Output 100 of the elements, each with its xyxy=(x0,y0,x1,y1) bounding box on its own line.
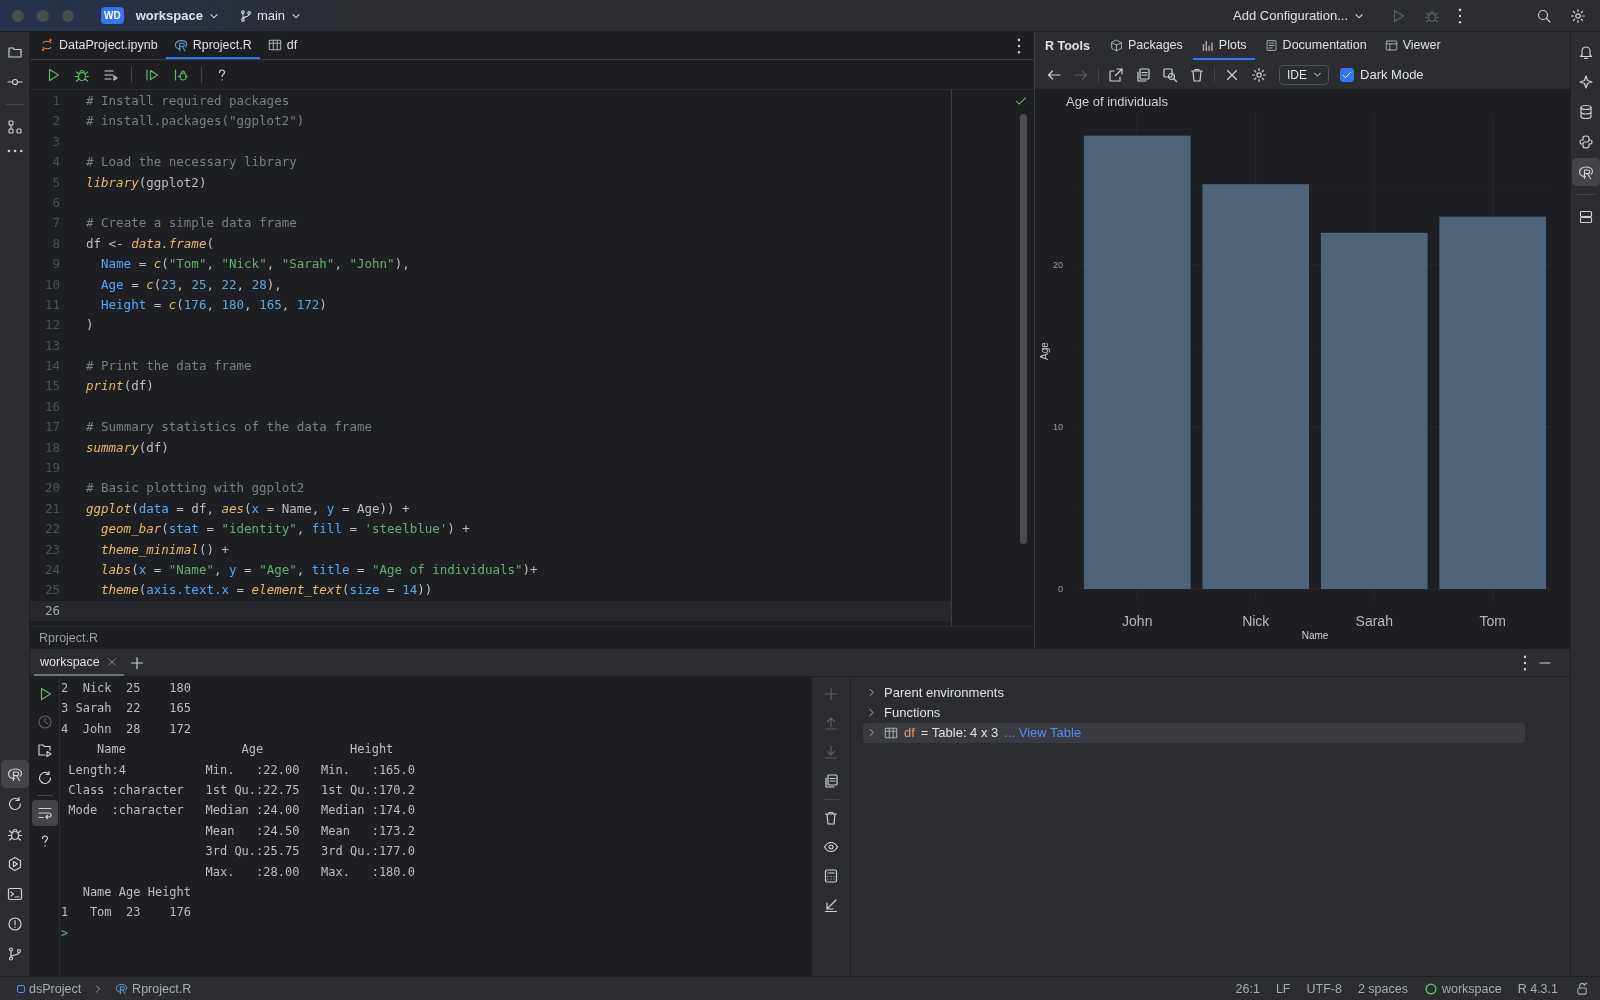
code-line: # Basic plotting with ggplot2 xyxy=(85,479,306,498)
editor-tab[interactable]: df xyxy=(259,32,306,59)
zoom-icon[interactable] xyxy=(1162,66,1178,83)
tool-tab[interactable]: Viewer xyxy=(1376,32,1449,60)
restart-icon xyxy=(36,770,53,786)
category-label: Sarah xyxy=(1355,613,1393,629)
code-line: theme(axis.text.x = element_text(size = 14)) xyxy=(100,581,434,600)
code-line: # Print the data frame xyxy=(85,357,253,376)
breadcrumb-item[interactable]: dsProject xyxy=(12,981,87,996)
progress-ring-icon xyxy=(1423,981,1438,996)
add-icon[interactable] xyxy=(128,654,145,671)
r-logo-icon xyxy=(6,766,23,782)
editor-tab[interactable]: DataProject.ipynb xyxy=(32,32,166,59)
variable-value: = Table: 4 x 3 xyxy=(920,725,999,741)
calculator-icon[interactable] xyxy=(823,868,839,884)
editor-tab[interactable]: Rproject.R xyxy=(165,32,260,59)
branch-icon xyxy=(238,8,253,23)
debug-icon xyxy=(6,826,23,842)
renderer-dropdown[interactable]: IDE xyxy=(1279,64,1329,85)
more-icon[interactable] xyxy=(1458,7,1462,24)
close-icon[interactable] xyxy=(105,655,118,668)
copy-icon[interactable] xyxy=(1135,66,1151,83)
console-output-line: 3rd Qu.:25.75 3rd Qu.:177.0 xyxy=(204,843,416,861)
more-icon xyxy=(6,149,23,153)
code-line: # install.packages("ggplot2") xyxy=(85,112,306,131)
variable-row[interactable]: Functions xyxy=(863,702,1525,723)
branch-selector[interactable]: main xyxy=(232,4,310,27)
r-logo-icon xyxy=(1577,164,1594,180)
status-item[interactable]: R 4.3.1 xyxy=(1512,981,1563,996)
tool-window-button[interactable] xyxy=(1571,158,1600,186)
delete-icon[interactable] xyxy=(823,810,839,826)
structure-icon xyxy=(6,119,23,135)
layout-icon xyxy=(1577,209,1594,225)
status-item[interactable]: 2 spaces xyxy=(1352,981,1413,996)
scrollbar[interactable] xyxy=(1020,114,1027,544)
code-line: library(ggplot2) xyxy=(85,173,208,192)
variable-name: df xyxy=(904,725,915,741)
tool-tab[interactable]: Documentation xyxy=(1256,32,1375,60)
database-icon xyxy=(1577,104,1594,120)
table-icon xyxy=(267,37,282,52)
project-selector[interactable]: workspace xyxy=(129,4,227,27)
variable-row[interactable]: Parent environments xyxy=(863,682,1525,703)
console-prompt: > xyxy=(61,924,69,942)
variable-group-label: Parent environments xyxy=(884,684,1004,700)
category-label: Nick xyxy=(1242,613,1270,629)
watch-icon[interactable] xyxy=(823,839,839,855)
console-output-line: Name Age Height xyxy=(81,883,193,901)
copy-icon[interactable] xyxy=(823,773,839,789)
bar-chart-icon xyxy=(1200,38,1214,52)
interpreter-status[interactable]: workspace xyxy=(1418,981,1507,996)
debug-run-icon[interactable] xyxy=(173,66,189,83)
code-line: # Create a simple data frame xyxy=(85,214,298,233)
variable-row[interactable]: df = Table: 4 x 3 ... View Table xyxy=(863,722,1525,744)
console-output-line: 4 John 28 172 xyxy=(61,720,193,738)
code-line: print(df) xyxy=(85,377,155,396)
notifications-icon xyxy=(1577,44,1594,60)
variable-group-label: Functions xyxy=(884,705,941,721)
collapse-icon[interactable] xyxy=(823,897,839,913)
history-icon xyxy=(36,714,53,730)
status-item[interactable]: UTF-8 xyxy=(1301,981,1347,996)
category-label: John xyxy=(1122,613,1153,629)
sparkle-icon xyxy=(1577,74,1594,90)
status-item[interactable]: LF xyxy=(1270,981,1296,996)
settings-icon[interactable] xyxy=(1251,66,1267,83)
settings-icon[interactable] xyxy=(1570,7,1586,24)
code-line: summary(df) xyxy=(85,438,170,457)
sync-icon xyxy=(6,796,23,812)
problems-icon xyxy=(6,916,23,932)
code-line: geom_bar(stat = "identity", fill = 'steelblue') + xyxy=(100,520,471,539)
search-icon[interactable] xyxy=(1536,7,1552,24)
status-item[interactable]: 26:1 xyxy=(1230,981,1265,996)
console-tool-button[interactable] xyxy=(31,800,58,826)
lock-icon[interactable] xyxy=(1575,981,1590,996)
tool-window-button[interactable] xyxy=(0,760,29,788)
terminal-icon xyxy=(6,886,23,902)
console-output-line: Length:4 Min. :22.00 Min. :165.0 xyxy=(67,761,416,779)
checkbox[interactable] xyxy=(1340,67,1354,82)
more-icon[interactable] xyxy=(1017,37,1021,54)
more-icon[interactable] xyxy=(1523,654,1527,671)
git-icon xyxy=(6,946,23,962)
export-icon[interactable] xyxy=(1108,66,1124,83)
r-logo-icon xyxy=(173,37,188,52)
tool-tab[interactable]: Packages xyxy=(1101,32,1191,60)
services-icon xyxy=(6,856,23,872)
tick-label: 0 xyxy=(1058,584,1063,594)
code-line: Age = c(23, 25, 22, 28), xyxy=(100,275,283,294)
file-breadcrumb[interactable]: Rproject.R xyxy=(30,626,1034,648)
r-logo-icon xyxy=(115,982,129,995)
code-line: Height = c(176, 180, 165, 172) xyxy=(100,295,328,314)
console-output-line: Mode :character Median :24.00 Median :174.0 xyxy=(67,802,416,820)
console-output-line: 1 Tom 23 176 xyxy=(61,904,193,922)
code-line: ggplot(data = df, aes(x = Name, y = Age)) + xyxy=(85,499,411,518)
console-output-line: Class :character 1st Qu.:22.75 1st Qu.:170.2 xyxy=(67,781,416,799)
console-output-line: Max. :28.00 Max. :180.0 xyxy=(204,863,416,881)
delete-icon[interactable] xyxy=(1189,66,1205,83)
code-line: # Summary statistics of the data frame xyxy=(85,418,373,437)
breadcrumb-item[interactable]: Rproject.R xyxy=(110,981,197,996)
run-configuration-selector[interactable]: Add Configuration... xyxy=(1227,4,1372,27)
code-line: Name = c("Tom", "Nick", "Sarah", "John"), xyxy=(100,255,411,274)
panel-title: R Tools xyxy=(1045,39,1090,53)
